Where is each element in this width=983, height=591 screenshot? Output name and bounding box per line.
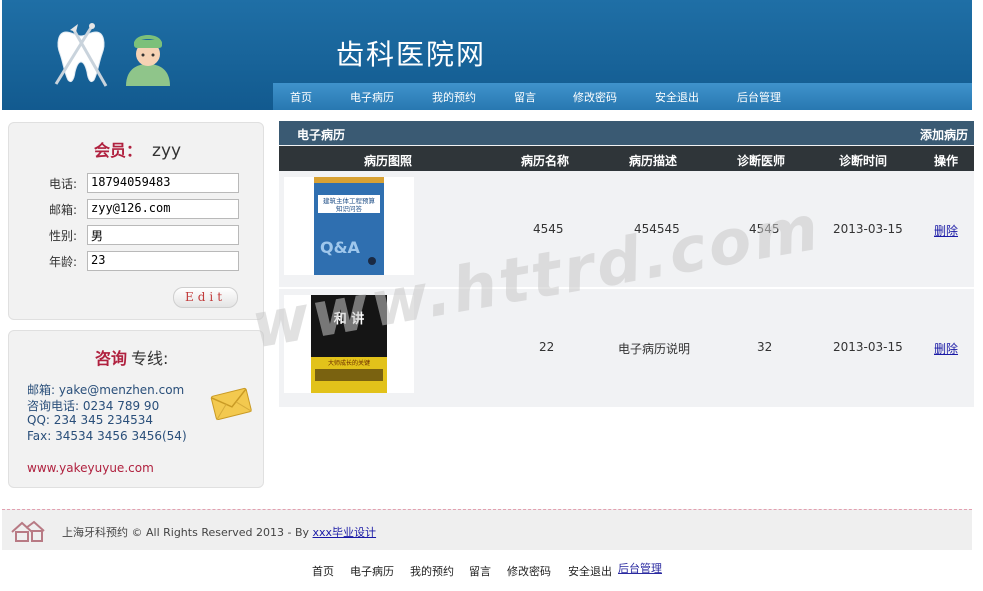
phone-row: 电话: 18794059483 [49,173,249,193]
member-panel: 会员： zyy 电话: 18794059483 邮箱: zyy@126.com 性… [8,122,264,320]
consult-qq: QQ: 234 345 234534 [27,413,153,427]
record-date: 2013-03-15 [833,340,903,354]
cover-subtitle: 大师成长的关键 [328,359,370,367]
consult-heading-suffix: 专线: [131,349,169,368]
site-title: 齿科医院网 [336,38,487,71]
cover-brush-title: 和 讲 [334,311,365,327]
nurse-avatar-icon [126,35,170,86]
delete-link[interactable]: 删除 [934,222,958,239]
table-row: 和 讲 大师成长的关键 22 电子病历说明 32 2013-03-15 删除 [279,290,974,407]
record-name: 22 [539,340,555,354]
record-description: 454545 [634,222,680,236]
footer-nav-medical-records[interactable]: 电子病历 [350,563,394,579]
site-header: 齿科医院网 首页 电子病历 我的预约 留言 修改密码 安全退出 后台管理 [2,0,972,110]
top-nav: 首页 电子病历 我的预约 留言 修改密码 安全退出 后台管理 [273,83,972,110]
gender-field[interactable]: 男 [87,225,239,245]
footer-nav-admin[interactable]: 后台管理 [618,560,662,576]
email-field[interactable]: zyy@126.com [87,199,239,219]
footer-nav-change-password[interactable]: 修改密码 [507,563,551,579]
consult-phone: 咨询电话: 0234 789 90 [27,399,160,413]
age-field[interactable]: 23 [87,251,239,271]
nav-home[interactable]: 首页 [290,89,312,105]
nav-logout[interactable]: 安全退出 [655,89,699,105]
member-heading-label: 会员： [94,141,143,160]
copyright-link[interactable]: xxx毕业设计 [313,526,377,539]
footer-nav-home[interactable]: 首页 [312,563,334,579]
consult-email: 邮箱: yake@menzhen.com [27,383,185,397]
edit-button[interactable]: Edit [173,287,238,308]
nav-admin[interactable]: 后台管理 [737,89,781,105]
consult-panel: 咨询 专线: 邮箱: yake@menzhen.com 咨询电话: 0234 78… [8,330,264,488]
footer-nav-logout[interactable]: 安全退出 [568,563,612,579]
tooth-logo-icon [54,23,108,87]
add-record-link[interactable]: 添加病历 [920,126,968,143]
col-doctor: 诊断医师 [737,154,786,168]
nav-my-appointments[interactable]: 我的预约 [432,89,476,105]
record-description: 电子病历说明 [618,342,691,356]
cover-title-2: 知识问答 [336,204,363,213]
footer-nav-my-appointments[interactable]: 我的预约 [410,563,454,579]
record-image: 和 讲 大师成长的关键 [284,295,414,393]
email-row: 邮箱: zyy@126.com [49,199,249,219]
col-description: 病历描述 [629,154,678,168]
record-doctor: 32 [757,340,773,354]
col-image: 病历图照 [364,154,413,168]
footer-nav-messages[interactable]: 留言 [469,563,491,579]
table-header: 病历图照 病历名称 病历描述 诊断医师 诊断时间 操作 [279,146,974,171]
record-doctor: 4545 [749,222,780,236]
delete-link[interactable]: 删除 [934,340,958,357]
consult-heading-label: 咨询 [95,349,128,368]
book-cover-icon: 和 讲 大师成长的关键 [311,295,387,393]
col-action: 操作 [934,154,959,168]
home-icon [11,520,45,542]
book-cover-icon: 建筑主体工程预算 知识问答 Q&A [314,177,384,275]
consult-heading: 咨询 专线: [95,345,168,369]
table-row: 建筑主体工程预算 知识问答 Q&A 4545 454545 4545 2013-… [279,172,974,289]
col-date: 诊断时间 [839,154,888,168]
age-row: 年龄: 23 [49,251,249,271]
member-heading: 会员： zyy [94,137,181,161]
record-image: 建筑主体工程预算 知识问答 Q&A [284,177,414,275]
gender-label: 性别: [49,228,78,243]
gender-row: 性别: 男 [49,225,249,245]
consult-fax: Fax: 34534 3456 3456(54) [27,429,187,443]
nav-medical-records[interactable]: 电子病历 [350,89,394,105]
phone-label: 电话: [49,176,78,191]
medical-records-table: 电子病历 添加病历 病历图照 病历名称 病历描述 诊断医师 诊断时间 操作 建筑… [279,121,974,407]
footer: 上海牙科预约 © All Rights Reserved 2013 - By x… [2,509,972,550]
cover-title-1: 建筑主体工程预算 [323,196,376,205]
table-title-bar: 电子病历 添加病历 [279,121,974,145]
consult-website-link[interactable]: www.yakeyuyue.com [27,461,154,475]
age-label: 年龄: [49,254,78,269]
footer-nav: 首页 电子病历 我的预约 留言 修改密码 安全退出 后台管理 [312,560,672,581]
copyright: 上海牙科预约 © All Rights Reserved 2013 - By x… [62,524,376,540]
nav-messages[interactable]: 留言 [514,89,536,105]
record-name: 4545 [533,222,564,236]
email-label: 邮箱: [49,202,78,217]
nav-change-password[interactable]: 修改密码 [573,89,617,105]
cover-qa: Q&A [320,238,361,257]
member-username: zyy [152,141,182,161]
col-name: 病历名称 [521,154,570,168]
copyright-text: 上海牙科预约 © All Rights Reserved 2013 - By [62,526,313,539]
record-date: 2013-03-15 [833,222,903,236]
phone-field[interactable]: 18794059483 [87,173,239,193]
table-title: 电子病历 [297,128,346,142]
envelope-icon [210,387,252,421]
